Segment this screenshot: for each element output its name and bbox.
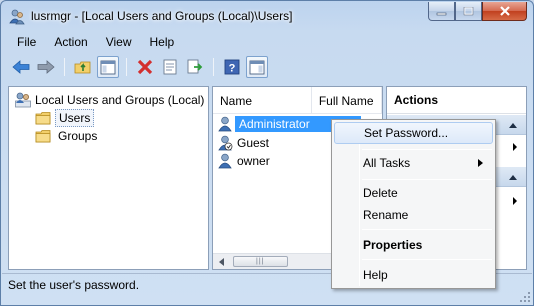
menu-item-all-tasks[interactable]: All Tasks <box>334 152 493 174</box>
back-button[interactable] <box>10 56 32 78</box>
menu-item-label: Delete <box>363 186 398 200</box>
forward-button[interactable] <box>35 56 57 78</box>
maximize-button[interactable] <box>455 2 482 21</box>
scrollbar-thumb[interactable]: ||| <box>233 256 288 267</box>
column-header-full-name[interactable]: Full Name <box>312 87 382 114</box>
up-folder-icon <box>74 61 91 74</box>
menu-item-label: Properties <box>363 238 423 252</box>
collapse-up-icon[interactable] <box>508 173 518 181</box>
list-header: Name Full Name <box>213 87 382 114</box>
menu-view[interactable]: View <box>97 35 141 49</box>
collapse-up-icon[interactable] <box>508 121 518 129</box>
menu-item-label: Set Password... <box>364 126 449 140</box>
context-menu: Set Password... All Tasks Delete Rename … <box>331 119 496 289</box>
show-hide-tree-button[interactable] <box>97 56 119 78</box>
menu-item-label: Help <box>363 268 388 282</box>
delete-button[interactable] <box>134 56 156 78</box>
toolbar: ? <box>2 54 532 80</box>
show-hide-tree-icon <box>100 60 116 74</box>
submenu-arrow-icon[interactable] <box>512 196 518 206</box>
menu-separator <box>362 229 492 230</box>
menu-file[interactable]: File <box>8 35 45 49</box>
column-header-name[interactable]: Name <box>213 87 312 114</box>
menu-help[interactable]: Help <box>141 35 184 49</box>
back-icon <box>12 60 30 74</box>
delete-icon <box>137 59 153 75</box>
tree-item-label: Groups <box>58 129 98 143</box>
users-groups-icon <box>15 92 31 108</box>
close-icon <box>499 6 510 16</box>
scrollbar-grip: ||| <box>256 258 265 265</box>
menu-item-properties[interactable]: Properties <box>334 234 493 256</box>
svg-text:?: ? <box>229 63 236 75</box>
up-one-level-button[interactable] <box>72 56 94 78</box>
forward-icon <box>37 60 55 74</box>
help-button[interactable]: ? <box>221 56 243 78</box>
status-text: Set the user's password. <box>8 277 140 292</box>
scroll-left-icon[interactable] <box>217 257 227 267</box>
menu-action[interactable]: Action <box>45 35 96 49</box>
user-icon <box>218 153 232 169</box>
disabled-user-icon <box>218 135 233 151</box>
menu-item-rename[interactable]: Rename <box>334 204 493 226</box>
close-button[interactable] <box>482 2 527 21</box>
submenu-arrow-icon[interactable] <box>512 142 518 152</box>
properties-icon <box>163 59 177 75</box>
tree-root-item[interactable]: Local Users and Groups (Local) <box>15 91 204 109</box>
user-icon <box>218 116 232 132</box>
tree-root-label: Local Users and Groups (Local) <box>35 93 205 107</box>
tree-item-groups[interactable]: Groups <box>35 127 100 145</box>
menu-item-label: Rename <box>363 208 409 222</box>
menu-item-help[interactable]: Help <box>334 264 493 286</box>
list-row-label: owner <box>237 154 270 168</box>
export-list-button[interactable] <box>184 56 206 78</box>
minimize-icon <box>436 12 447 15</box>
menu-bar: File Action View Help <box>2 31 532 53</box>
list-row-label: Guest <box>237 136 270 150</box>
menu-item-delete[interactable]: Delete <box>334 182 493 204</box>
help-icon: ? <box>224 59 240 75</box>
actions-header: Actions <box>387 87 526 114</box>
toolbar-separator <box>126 58 127 76</box>
tree-item-users[interactable]: Users <box>35 109 95 127</box>
window-title: lusrmgr - [Local Users and Groups (Local… <box>31 9 293 23</box>
menu-item-label: All Tasks <box>363 156 411 170</box>
export-list-icon <box>187 59 203 74</box>
properties-button[interactable] <box>159 56 181 78</box>
menu-item-set-password[interactable]: Set Password... <box>334 122 493 144</box>
title-bar[interactable]: lusrmgr - [Local Users and Groups (Local… <box>1 1 533 31</box>
resize-grip-icon[interactable] <box>519 291 531 303</box>
folder-icon <box>35 130 51 143</box>
submenu-arrow-icon <box>478 159 483 167</box>
console-tree-pane[interactable]: Local Users and Groups (Local) Users Gro… <box>8 86 209 270</box>
menu-separator <box>362 259 492 260</box>
tree-item-label: Users <box>55 109 95 127</box>
show-hide-action-pane-button[interactable] <box>246 56 268 78</box>
toolbar-separator <box>213 58 214 76</box>
users-app-icon[interactable] <box>9 9 25 25</box>
menu-separator <box>362 149 492 150</box>
folder-icon <box>35 112 51 125</box>
toolbar-separator <box>64 58 65 76</box>
maximize-icon <box>463 6 474 15</box>
show-hide-action-pane-icon <box>249 60 265 74</box>
menu-separator <box>362 179 492 180</box>
minimize-button[interactable] <box>428 2 455 21</box>
